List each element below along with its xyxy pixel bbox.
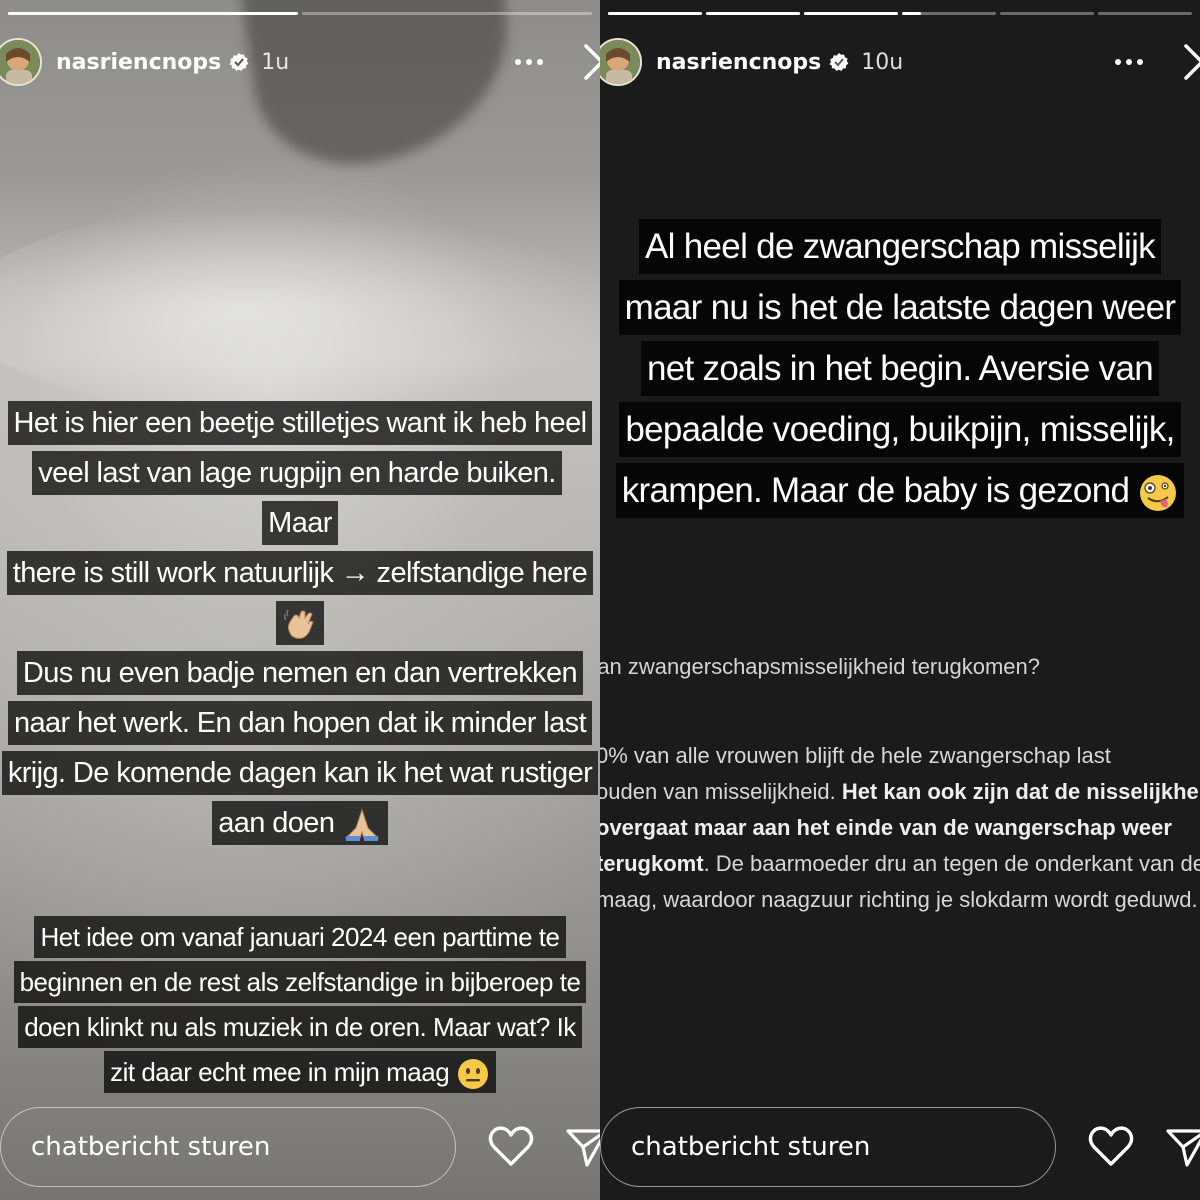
next-story-chevron-icon[interactable] <box>580 42 600 82</box>
caption-line: Dus nu even badje nemen en dan vertrekke… <box>16 651 584 695</box>
caption-line: Het is hier een beetje stilletjes want i… <box>7 401 593 445</box>
article-paragraph: 0% van alle vrouwen blijft de hele zwang… <box>600 743 1200 912</box>
post-time: 10u <box>861 49 904 75</box>
caption-line: net zoals in het begin. Aversie van <box>640 341 1160 396</box>
heart-icon[interactable] <box>1088 1124 1134 1168</box>
send-icon[interactable] <box>1165 1125 1200 1169</box>
progress-segment <box>302 12 592 15</box>
next-story-chevron-icon[interactable] <box>1180 42 1200 82</box>
caption-block: Al heel de zwangerschap misselijk maar n… <box>600 216 1200 521</box>
verified-badge-icon <box>829 52 849 72</box>
more-options-icon[interactable] <box>1115 59 1143 65</box>
avatar[interactable] <box>0 38 42 86</box>
progress-segment <box>1098 12 1192 15</box>
caption-line: bepaalde voeding, buikpijn, misselijk, <box>619 402 1181 457</box>
story-right[interactable]: nasriencnops 10u Al heel de zwangerschap… <box>600 0 1200 1200</box>
caption-line: maar nu is het de laatste dagen weer <box>618 280 1182 335</box>
caption-block-3: Het idee om vanaf januari 2024 een partt… <box>0 915 600 1095</box>
progress-segment <box>1000 12 1094 15</box>
caption-line: doen klinkt nu als muziek in de oren. Ma… <box>18 1006 582 1048</box>
username[interactable]: nasriencnops <box>656 50 821 75</box>
story-header: nasriencnops 1u <box>0 30 600 94</box>
story-progress-bar <box>8 12 592 15</box>
avatar-photo <box>600 40 640 84</box>
caption-line: Het idee om vanaf januari 2024 een partt… <box>34 916 566 958</box>
story-progress-bar <box>608 12 1192 15</box>
caption-emoji-line <box>276 601 324 645</box>
story-left[interactable]: nasriencnops 1u Het is hier een beetje s… <box>0 0 600 1200</box>
avatar[interactable] <box>600 38 642 86</box>
caption-line: krijg. De komende dagen kan ik het wat r… <box>1 751 599 795</box>
folded-hands-emoji-icon <box>344 808 380 842</box>
send-icon[interactable] <box>565 1125 600 1169</box>
caption-block-2: Dus nu even badje nemen en dan vertrekke… <box>0 648 600 848</box>
story-footer: chatbericht sturen <box>600 1105 1200 1189</box>
caption-line: zit daar echt mee in mijn maag <box>104 1051 496 1093</box>
progress-segment <box>706 12 800 15</box>
more-options-icon[interactable] <box>515 59 543 65</box>
progress-segment <box>902 12 996 15</box>
progress-segment <box>804 12 898 15</box>
zany-face-emoji-icon <box>1140 474 1177 511</box>
neutral-face-emoji-icon <box>457 1059 488 1090</box>
caption-line: beginnen en de rest als zelfstandige in … <box>13 961 587 1003</box>
caption-line: veel last van lage rugpijn en harde buik… <box>32 451 562 545</box>
caption-line: Al heel de zwangerschap misselijk <box>639 219 1161 274</box>
caption-block-1: Het is hier een beetje stilletjes want i… <box>0 398 600 648</box>
caption-line: there is still work natuurlijk → zelfsta… <box>6 551 594 595</box>
waving-hand-emoji-icon <box>283 610 314 640</box>
message-input[interactable]: chatbericht sturen <box>0 1107 456 1187</box>
avatar-photo <box>0 40 40 84</box>
story-footer: chatbericht sturen <box>0 1105 600 1189</box>
article-question: (an zwangerschapsmisselijkheid terugkome… <box>600 654 1041 679</box>
verified-badge-icon <box>229 52 249 72</box>
post-time: 1u <box>261 49 290 75</box>
progress-segment <box>608 12 702 15</box>
progress-segment <box>8 12 298 15</box>
caption-line: krampen. Maar de baby is gezond <box>615 463 1185 518</box>
caption-line: naar het werk. En dan hopen dat ik minde… <box>7 701 593 745</box>
caption-line: aan doen <box>212 801 388 845</box>
story-header: nasriencnops 10u <box>600 30 1200 94</box>
message-input[interactable]: chatbericht sturen <box>600 1107 1056 1187</box>
bath-foam <box>0 200 600 420</box>
username[interactable]: nasriencnops <box>56 50 221 75</box>
heart-icon[interactable] <box>488 1124 534 1168</box>
